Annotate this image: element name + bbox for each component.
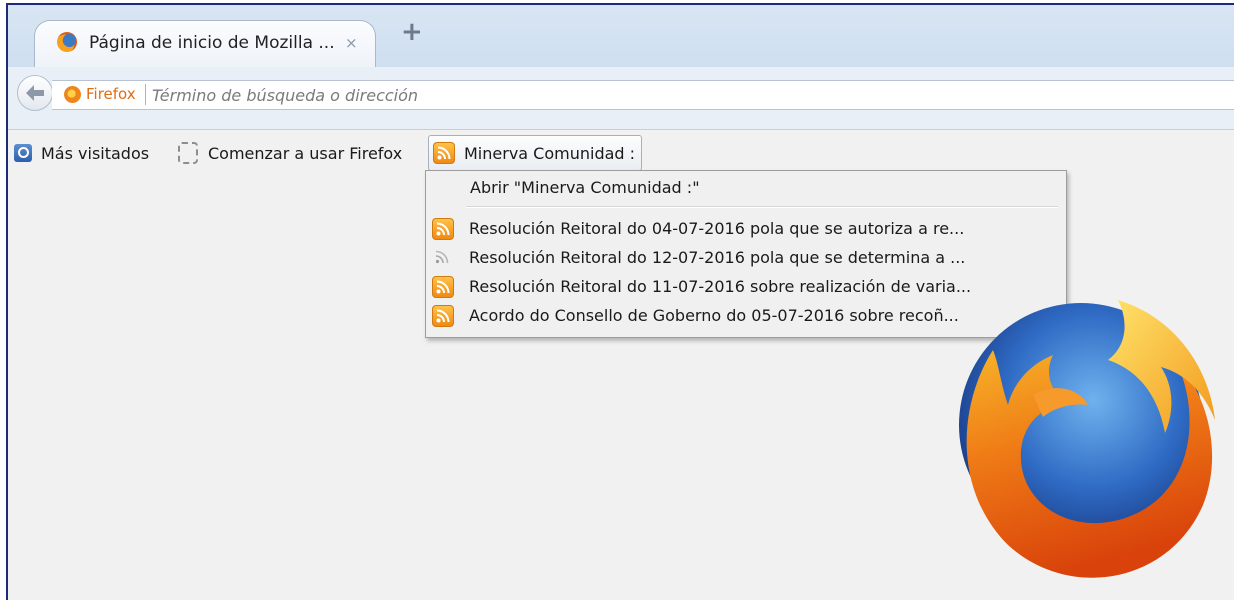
bookmark-getting-started[interactable]: Comenzar a usar Firefox xyxy=(178,138,402,168)
identity-label: Firefox xyxy=(86,85,136,103)
url-separator xyxy=(145,84,146,105)
new-tab-button[interactable]: + xyxy=(401,19,423,45)
url-bar[interactable]: Firefox xyxy=(52,80,1234,110)
tab-title: Página de inicio de Mozilla ... xyxy=(89,33,335,53)
back-arrow-icon xyxy=(26,85,44,101)
menu-item-label: Resolución Reitoral do 04-07-2016 pola q… xyxy=(469,219,965,238)
rss-icon xyxy=(432,276,454,298)
bookmark-label: Más visitados xyxy=(41,143,150,163)
rss-icon xyxy=(432,305,454,327)
firefox-logo-icon xyxy=(959,300,1215,578)
rss-feed-icon xyxy=(433,142,455,164)
navigation-bar: Firefox xyxy=(8,67,1234,130)
menu-open-feed[interactable]: Abrir "Minerva Comunidad :" xyxy=(470,178,700,197)
tab-close-icon[interactable]: × xyxy=(345,34,358,52)
menu-feed-item[interactable]: Resolución Reitoral do 04-07-2016 pola q… xyxy=(426,216,1066,243)
bookmark-label: Comenzar a usar Firefox xyxy=(208,143,403,163)
back-button[interactable] xyxy=(17,75,53,111)
url-input[interactable] xyxy=(152,84,1052,106)
bookmark-label: Minerva Comunidad : xyxy=(464,143,636,163)
rss-icon-grey xyxy=(432,247,454,269)
tab-mozilla-home[interactable]: Página de inicio de Mozilla ... × xyxy=(34,20,376,69)
tab-strip: Página de inicio de Mozilla ... × + xyxy=(8,5,1234,69)
bookmark-minerva-feed[interactable]: Minerva Comunidad : xyxy=(428,135,643,171)
browser-window: Página de inicio de Mozilla ... × + Fire… xyxy=(6,3,1234,600)
menu-item-label: Resolución Reitoral do 12-07-2016 pola q… xyxy=(469,248,966,267)
dashed-bookmark-icon xyxy=(178,142,198,164)
menu-separator xyxy=(466,206,1058,208)
menu-item-label: Resolución Reitoral do 11-07-2016 sobre … xyxy=(469,277,972,296)
bookmark-most-visited[interactable]: Más visitados xyxy=(14,138,149,168)
rss-icon xyxy=(432,218,454,240)
firefox-identity-icon xyxy=(64,86,81,103)
firefox-favicon-icon xyxy=(57,32,77,52)
menu-item-label: Acordo do Consello de Goberno do 05-07-2… xyxy=(469,306,959,325)
most-visited-icon xyxy=(14,144,32,162)
